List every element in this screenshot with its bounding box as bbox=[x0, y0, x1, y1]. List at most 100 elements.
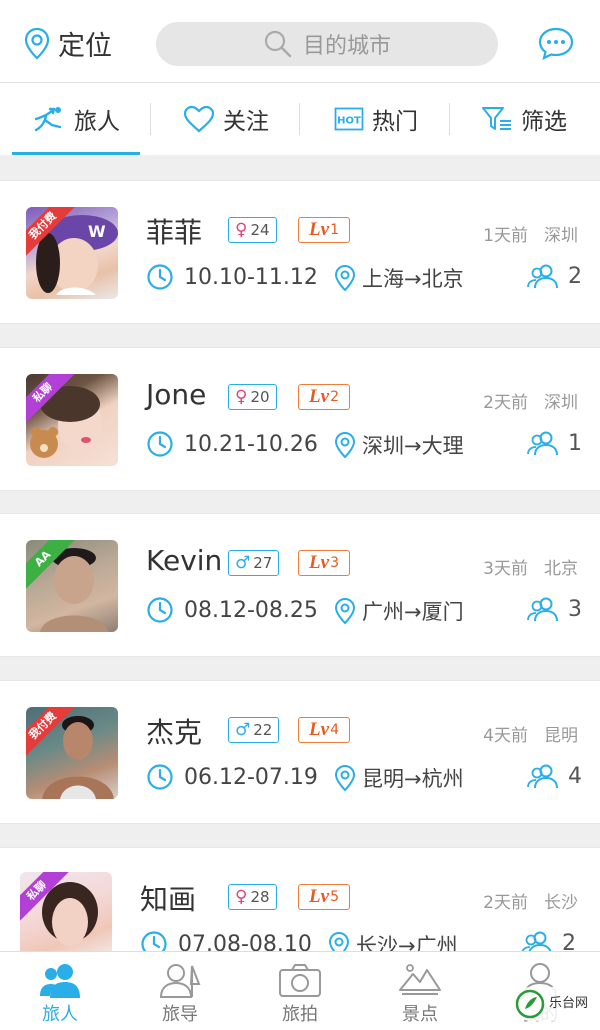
gender-age-badge: ♀ 28 bbox=[228, 884, 277, 910]
gender-female-icon: ♀ bbox=[235, 887, 248, 907]
level-value: 3 bbox=[330, 555, 339, 571]
tab-travelers[interactable]: 旅人 bbox=[12, 83, 140, 155]
nav-travelers[interactable]: 旅人 bbox=[0, 952, 120, 1030]
chat-bubble-icon bbox=[538, 27, 574, 61]
age-value: 24 bbox=[250, 221, 270, 239]
nav-guide[interactable]: 旅导 bbox=[120, 952, 240, 1030]
map-pin-icon bbox=[334, 597, 356, 625]
tab-follow-label: 关注 bbox=[223, 109, 269, 135]
hot-icon: HOT bbox=[334, 107, 364, 131]
trip-dates: 06.12-07.19 bbox=[146, 763, 318, 791]
post-meta: 3天前 北京 bbox=[483, 554, 578, 579]
level-value: 1 bbox=[330, 222, 339, 238]
companion-count: 3 bbox=[526, 596, 582, 622]
level-badge: Lv 1 bbox=[298, 217, 350, 243]
post-time: 4天前 bbox=[483, 726, 528, 746]
group-icon bbox=[526, 763, 560, 789]
location-button[interactable]: 定位 bbox=[24, 24, 112, 63]
level-prefix: Lv bbox=[309, 386, 330, 407]
travelers-icon bbox=[40, 964, 80, 998]
svg-text:W: W bbox=[88, 222, 106, 241]
active-tab-indicator bbox=[12, 152, 140, 155]
guide-icon bbox=[159, 964, 201, 998]
map-pin-icon bbox=[334, 764, 356, 792]
age-value: 22 bbox=[253, 721, 273, 739]
nav-guide-label: 旅导 bbox=[162, 1004, 198, 1025]
group-icon bbox=[526, 430, 560, 456]
clock-icon bbox=[146, 430, 174, 458]
tab-hot-label: 热门 bbox=[372, 109, 418, 135]
level-badge: Lv 4 bbox=[298, 717, 350, 743]
traveler-icon bbox=[34, 107, 62, 132]
trip-route-text: 深圳→大理 bbox=[362, 434, 464, 458]
clock-icon bbox=[146, 596, 174, 624]
location-label: 定位 bbox=[58, 31, 112, 62]
post-time: 2天前 bbox=[483, 393, 528, 413]
traveler-name: Kevin bbox=[146, 544, 223, 577]
companion-count: 2 bbox=[526, 263, 582, 289]
age-value: 28 bbox=[250, 888, 270, 906]
nav-photo[interactable]: 旅拍 bbox=[240, 952, 360, 1030]
clock-icon bbox=[146, 263, 174, 291]
avatar[interactable]: 私聊 bbox=[26, 374, 118, 466]
post-city: 北京 bbox=[544, 559, 578, 579]
post-time: 3天前 bbox=[483, 559, 528, 579]
age-value: 27 bbox=[253, 554, 273, 572]
traveler-card[interactable]: 私聊 Jone ♀ 20 Lv 2 2天前 深圳 10.21-10.26 深圳→大理… bbox=[0, 347, 600, 491]
level-prefix: Lv bbox=[309, 886, 330, 907]
post-meta: 1天前 深圳 bbox=[483, 221, 578, 246]
tab-hot[interactable]: HOT 热门 bbox=[312, 83, 440, 155]
level-value: 2 bbox=[330, 389, 339, 405]
companion-count-text: 3 bbox=[568, 596, 582, 622]
trip-route: 广州→厦门 bbox=[334, 596, 464, 626]
search-input[interactable]: 目的城市 bbox=[156, 22, 498, 66]
avatar[interactable]: W 我付费 bbox=[26, 207, 118, 299]
gender-female-icon: ♀ bbox=[235, 220, 248, 240]
trip-dates-text: 10.10-11.12 bbox=[184, 264, 318, 290]
gender-age-badge: ♂ 27 bbox=[228, 550, 280, 576]
filter-tabs: 旅人 关注 HOT 热门 筛选 bbox=[0, 83, 600, 155]
search-placeholder: 目的城市 bbox=[302, 34, 391, 59]
search-icon bbox=[264, 30, 292, 58]
gender-age-badge: ♀ 20 bbox=[228, 384, 277, 410]
level-value: 5 bbox=[330, 889, 339, 905]
level-value: 4 bbox=[330, 722, 339, 738]
tab-follow[interactable]: 关注 bbox=[162, 83, 290, 155]
avatar[interactable]: AA bbox=[26, 540, 118, 632]
traveler-name: 菲菲 bbox=[146, 216, 203, 249]
level-badge: Lv 3 bbox=[298, 550, 350, 576]
trip-route: 深圳→大理 bbox=[334, 430, 464, 460]
group-icon bbox=[526, 596, 560, 622]
avatar[interactable]: 我付费 bbox=[26, 707, 118, 799]
nav-travelers-label: 旅人 bbox=[42, 1004, 78, 1025]
traveler-name: 杰克 bbox=[146, 716, 203, 749]
tab-divider bbox=[299, 103, 300, 135]
companion-count-text: 1 bbox=[568, 430, 582, 456]
heart-icon bbox=[183, 105, 215, 133]
level-badge: Lv 2 bbox=[298, 384, 350, 410]
post-time: 2天前 bbox=[483, 893, 528, 913]
traveler-card[interactable]: AA Kevin ♂ 27 Lv 3 3天前 北京 08.12-08.25 广州→厦… bbox=[0, 513, 600, 657]
filter-icon bbox=[482, 107, 511, 130]
traveler-card[interactable]: 我付费 杰克 ♂ 22 Lv 4 4天前 昆明 06.12-07.19 昆明→杭州 … bbox=[0, 680, 600, 824]
clock-icon bbox=[146, 763, 174, 791]
svg-text:HOT: HOT bbox=[337, 116, 361, 127]
tab-filter[interactable]: 筛选 bbox=[460, 83, 588, 155]
tab-divider bbox=[150, 103, 151, 135]
trip-dates: 10.10-11.12 bbox=[146, 263, 318, 291]
companion-count-text: 4 bbox=[568, 763, 582, 789]
bottom-nav: 旅人 旅导 旅拍 景点 我的 bbox=[0, 951, 600, 1030]
post-time: 1天前 bbox=[483, 226, 528, 246]
trip-route-text: 广州→厦门 bbox=[362, 600, 464, 624]
post-meta: 2天前 长沙 bbox=[483, 888, 578, 913]
traveler-card[interactable]: W 我付费 菲菲 ♀ 24 Lv 1 1天前 深圳 10.10-11.12 上海→北… bbox=[0, 180, 600, 324]
message-button[interactable] bbox=[538, 26, 574, 64]
traveler-name: 知画 bbox=[140, 883, 197, 916]
nav-scenic-label: 景点 bbox=[402, 1004, 438, 1025]
landscape-icon bbox=[399, 964, 441, 995]
trip-route: 上海→北京 bbox=[334, 263, 464, 293]
gender-female-icon: ♀ bbox=[235, 387, 248, 407]
post-city: 昆明 bbox=[544, 726, 578, 746]
nav-scenic[interactable]: 景点 bbox=[360, 952, 480, 1030]
trip-dates-text: 06.12-07.19 bbox=[184, 764, 318, 790]
